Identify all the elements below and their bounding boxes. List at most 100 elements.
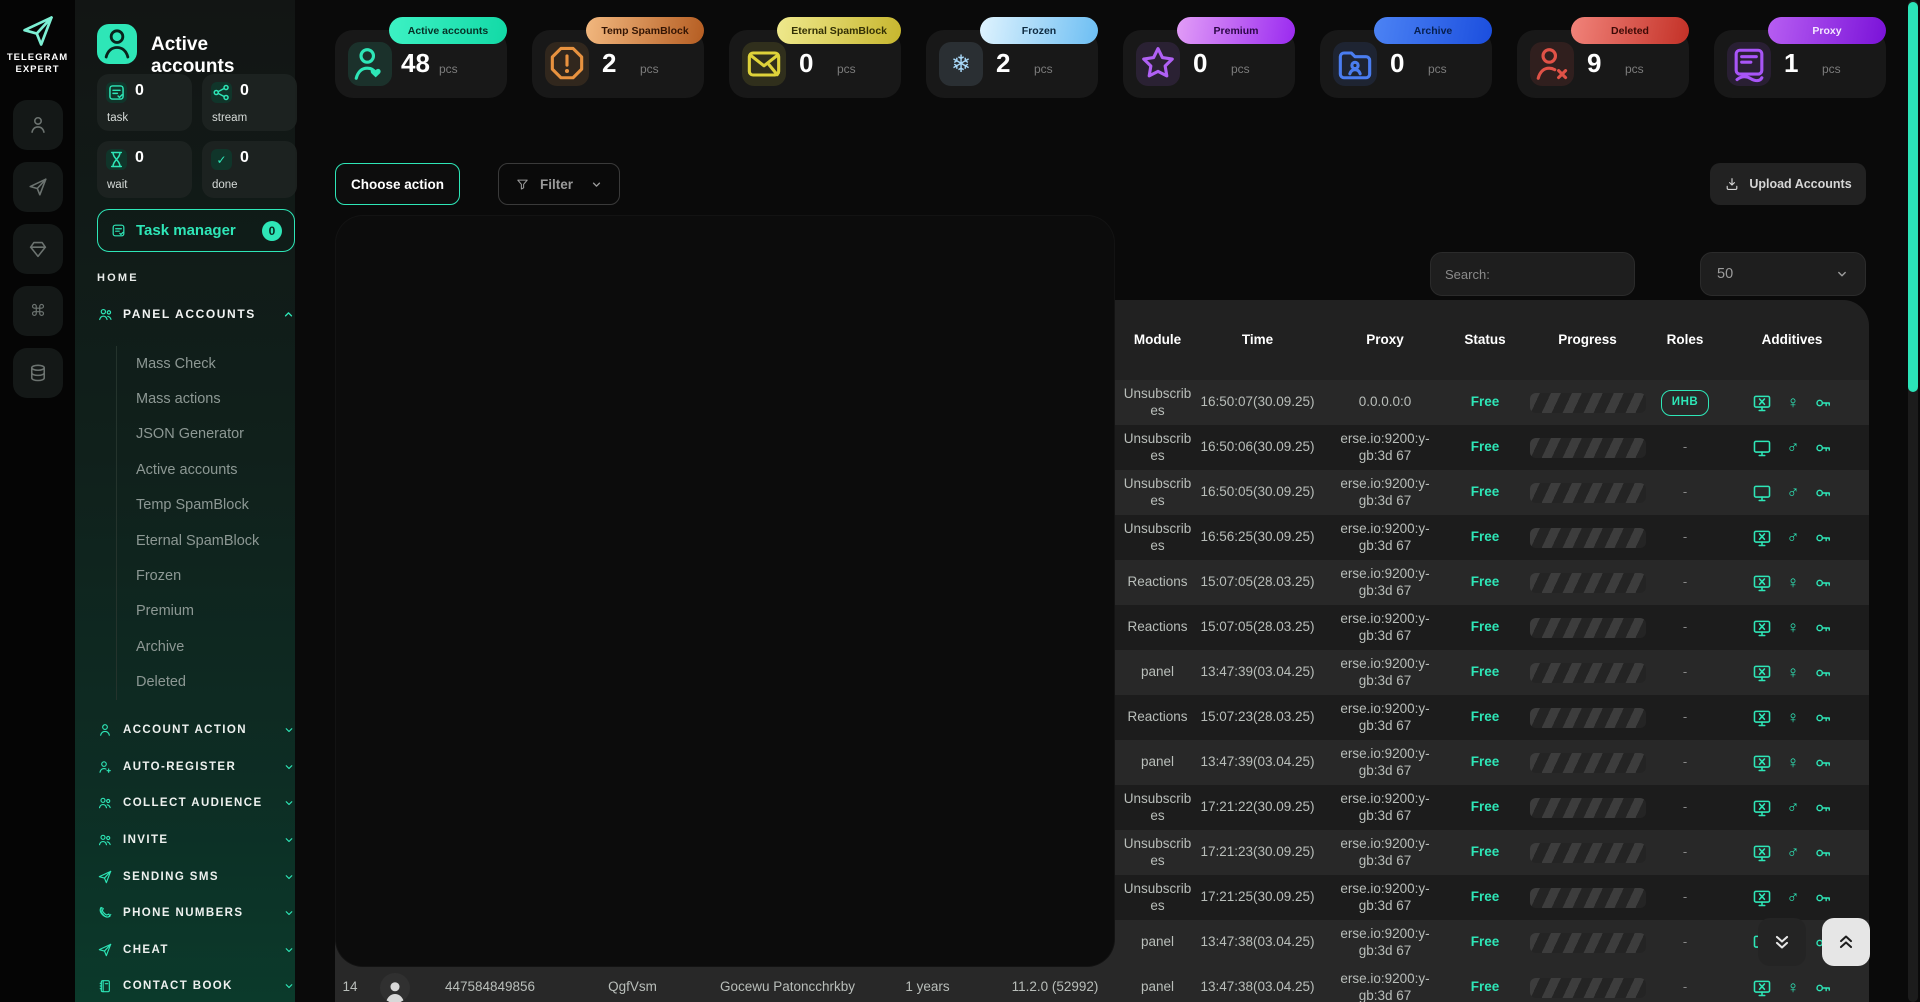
status-card-pill: Premium: [1177, 17, 1295, 44]
task-manager-badge: 0: [262, 221, 282, 241]
cell-module: Reactions: [1120, 560, 1195, 605]
page-size-select[interactable]: 50: [1700, 252, 1866, 296]
key-icon[interactable]: [1812, 708, 1834, 728]
progress-bar: [1530, 483, 1646, 503]
sidebar-section[interactable]: INVITE: [97, 822, 295, 859]
sidebar-section[interactable]: ACCOUNT ACTION: [97, 712, 295, 749]
female-icon: ♀: [1787, 754, 1800, 771]
counter-tile: 0 wait: [97, 141, 192, 198]
status-card[interactable]: Frozen ❄ 2 pcs: [926, 30, 1098, 98]
rail-nav-button[interactable]: [13, 348, 63, 398]
choose-action-dropdown: [335, 215, 1115, 967]
scroll-to-bottom-button[interactable]: [1758, 918, 1806, 966]
status-card[interactable]: Temp SpamBlock 2 pcs: [532, 30, 704, 98]
sidebar-section[interactable]: COLLECT AUDIENCE: [97, 785, 295, 822]
sidebar-subitem[interactable]: Deleted: [117, 665, 295, 700]
key-icon[interactable]: [1812, 798, 1834, 818]
key-icon[interactable]: [1812, 888, 1834, 908]
status-card-value: 0: [799, 48, 813, 79]
cell-status: Free: [1450, 515, 1520, 560]
key-icon[interactable]: [1812, 483, 1834, 503]
sidebar-subitem[interactable]: Temp SpamBlock: [117, 488, 295, 523]
cell-roles: -: [1655, 785, 1715, 830]
icon-rail: TELEGRAM EXPERT ⌘: [0, 0, 75, 1002]
sidebar-subitem-label: Frozen: [136, 568, 181, 584]
status-card[interactable]: Proxy 1 pcs: [1714, 30, 1886, 98]
sidebar-item-panel-accounts[interactable]: PANEL ACCOUNTS: [97, 300, 295, 328]
monitor-x-icon[interactable]: [1750, 887, 1774, 909]
monitor-x-icon[interactable]: [1750, 707, 1774, 729]
cell-module: panel: [1120, 965, 1195, 1002]
status-card[interactable]: Active accounts 48 pcs: [335, 30, 507, 98]
key-icon[interactable]: [1812, 843, 1834, 863]
task-manager-button[interactable]: Task manager 0: [97, 209, 295, 252]
monitor-x-icon[interactable]: [1750, 977, 1774, 999]
rail-nav-button[interactable]: [13, 100, 63, 150]
rail-nav-button[interactable]: ⌘: [13, 286, 63, 336]
sidebar-subitem-label: Premium: [136, 603, 194, 619]
sidebar-subitem[interactable]: Premium: [117, 594, 295, 629]
choose-action-button[interactable]: Choose action: [335, 163, 460, 205]
cell-module: Unsubscribes: [1120, 875, 1195, 920]
sidebar-section[interactable]: SENDING SMS: [97, 858, 295, 895]
key-icon[interactable]: [1812, 573, 1834, 593]
filter-button[interactable]: Filter: [498, 163, 620, 205]
cell-roles: -: [1655, 605, 1715, 650]
scroll-to-top-button[interactable]: [1822, 918, 1870, 966]
status-card[interactable]: Deleted 9 pcs: [1517, 30, 1689, 98]
sidebar-subitem[interactable]: Frozen: [117, 558, 295, 593]
chevron-down-icon: [283, 944, 295, 956]
sidebar-section-label: COLLECT AUDIENCE: [123, 797, 283, 809]
monitor-x-icon[interactable]: [1750, 842, 1774, 864]
status-card[interactable]: Eternal SpamBlock 0 pcs: [729, 30, 901, 98]
rail-nav-button[interactable]: [13, 162, 63, 212]
status-card[interactable]: Premium 0 pcs: [1123, 30, 1295, 98]
counter-label: task: [107, 112, 128, 124]
sidebar-section[interactable]: AUTO-REGISTER: [97, 749, 295, 786]
monitor-x-icon[interactable]: [1750, 617, 1774, 639]
counter-label: wait: [107, 179, 127, 191]
progress-bar: [1530, 528, 1646, 548]
sidebar-section[interactable]: CONTACT BOOK: [97, 968, 295, 1002]
sidebar-subitem[interactable]: Mass actions: [117, 381, 295, 416]
upload-accounts-button[interactable]: Upload Accounts: [1710, 163, 1866, 205]
sidebar-subitem[interactable]: Active accounts: [117, 452, 295, 487]
progress-bar: [1530, 663, 1646, 683]
key-icon[interactable]: [1812, 393, 1834, 413]
key-icon[interactable]: [1812, 663, 1834, 683]
cell-time: 13:47:38(03.04.25): [1195, 920, 1320, 965]
scrollbar-thumb[interactable]: [1908, 2, 1918, 392]
sidebar-section[interactable]: PHONE NUMBERS: [97, 895, 295, 932]
monitor-icon[interactable]: [1750, 482, 1774, 504]
home-section-label: HOME: [97, 272, 139, 284]
monitor-x-icon[interactable]: [1750, 392, 1774, 414]
status-card-value: 2: [602, 48, 616, 79]
monitor-x-icon[interactable]: [1750, 752, 1774, 774]
table-row[interactable]: 14 447584849856 QgfVsm Gocewu Patoncchrk…: [335, 965, 1869, 1002]
monitor-x-icon[interactable]: [1750, 572, 1774, 594]
key-icon[interactable]: [1812, 618, 1834, 638]
rail-nav-button[interactable]: [13, 224, 63, 274]
key-icon[interactable]: [1812, 753, 1834, 773]
key-icon[interactable]: [1812, 978, 1834, 998]
monitor-x-icon[interactable]: [1750, 527, 1774, 549]
cell-additives: ♀: [1715, 605, 1869, 650]
monitor-x-icon[interactable]: [1750, 662, 1774, 684]
monitor-icon[interactable]: [1750, 437, 1774, 459]
sidebar-subitem[interactable]: Eternal SpamBlock: [117, 523, 295, 558]
cell-progress: [1520, 425, 1655, 470]
sidebar-subitem[interactable]: Mass Check: [117, 346, 295, 381]
counter-value: 0: [135, 149, 144, 167]
search-input[interactable]: [1430, 252, 1635, 296]
monitor-x-icon[interactable]: [1750, 797, 1774, 819]
key-icon[interactable]: [1812, 438, 1834, 458]
sidebar-section[interactable]: CHEAT: [97, 932, 295, 969]
sidebar-subitem[interactable]: JSON Generator: [117, 417, 295, 452]
cell-additives: ♀: [1715, 650, 1869, 695]
status-card[interactable]: Archive 0 pcs: [1320, 30, 1492, 98]
cell-status: Free: [1450, 965, 1520, 1002]
cell-module: Unsubscribes: [1120, 785, 1195, 830]
key-icon[interactable]: [1812, 528, 1834, 548]
column-header-status: Status: [1450, 300, 1520, 380]
sidebar-subitem[interactable]: Archive: [117, 629, 295, 664]
